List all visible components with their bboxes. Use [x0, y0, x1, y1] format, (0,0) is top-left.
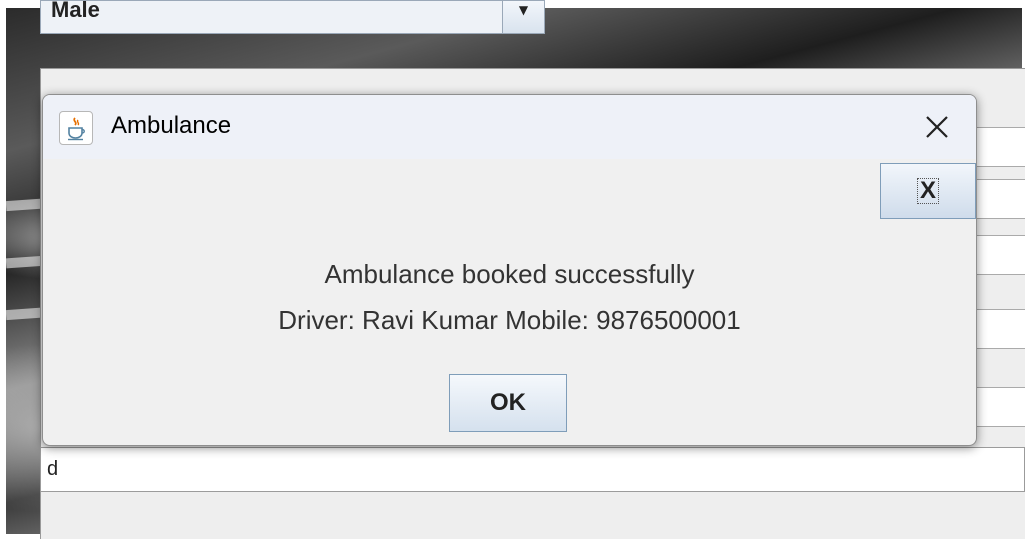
message-line-2: Driver: Ravi Kumar Mobile: 9876500001 — [278, 305, 741, 335]
dialog-message: Ambulance booked successfully Driver: Ra… — [43, 251, 976, 343]
close-icon[interactable] — [920, 110, 954, 144]
dialog-titlebar[interactable]: Ambulance — [43, 95, 976, 159]
ok-button[interactable]: OK — [449, 374, 567, 432]
chevron-down-icon[interactable]: ▼ — [502, 1, 544, 33]
gender-select-value: Male — [51, 1, 100, 22]
message-dialog: Ambulance X Ambulance booked successfull… — [42, 94, 977, 446]
gender-select[interactable]: Male ▼ — [40, 0, 545, 34]
x-button[interactable]: X — [880, 163, 976, 219]
dialog-title: Ambulance — [111, 112, 232, 139]
background-text-field[interactable]: d — [40, 447, 1025, 492]
x-button-label: X — [916, 178, 939, 204]
message-line-1: Ambulance booked successfully — [324, 259, 695, 289]
java-cup-icon — [59, 111, 93, 145]
background-text-field-value: d — [47, 458, 59, 480]
